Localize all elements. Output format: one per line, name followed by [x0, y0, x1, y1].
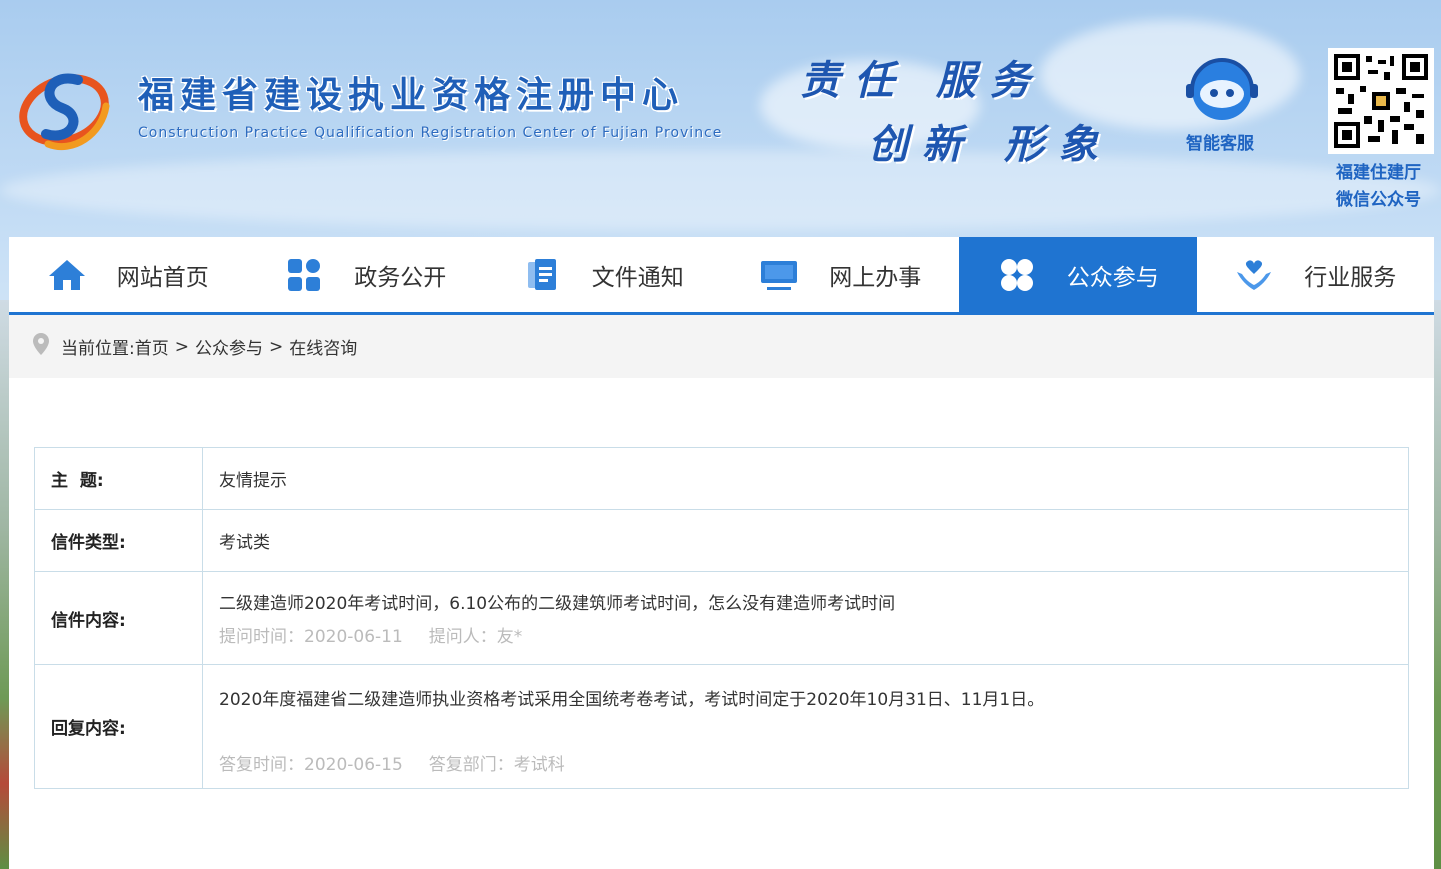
nav-item-public-participation[interactable]: 公众参与 — [959, 237, 1197, 312]
main-navigation: 网站首页 政务公开 文件通知 网上办事 公众参与 行业服务 — [9, 237, 1434, 315]
table-row-subject: 主 题: 友情提示 — [34, 447, 1409, 510]
reply-department: 答复部门：考试科 — [428, 755, 565, 775]
nav-item-label: 政务公开 — [354, 264, 447, 291]
subject-value: 友情提示 — [202, 447, 1409, 510]
slogan-line-1: 责任 服务 — [800, 57, 1044, 104]
center-logo-icon[interactable] — [18, 62, 114, 152]
document-icon — [522, 258, 562, 292]
consultation-detail-table: 主 题: 友情提示 信件类型: 考试类 信件内容: 二级建造师2020年考试时间… — [34, 447, 1409, 789]
breadcrumb-online-consult-link[interactable]: 在线咨询 — [289, 334, 357, 359]
robot-service-icon[interactable] — [1184, 56, 1260, 126]
letter-type-value: 考试类 — [202, 509, 1409, 572]
question-asker: 提问人：友* — [428, 627, 523, 647]
cloud-decoration — [0, 150, 1441, 230]
nav-item-label: 网站首页 — [116, 264, 209, 291]
letter-type-label: 信件类型: — [34, 509, 203, 572]
monitor-icon — [759, 258, 799, 292]
question-meta: 提问时间：2020-06-11 提问人：友* — [219, 622, 1408, 647]
slogan-line-2: 创新 形象 — [868, 121, 1112, 168]
site-title: 福建省建设执业资格注册中心 — [138, 74, 685, 116]
location-pin-icon — [33, 333, 49, 360]
content-panel: 当前位置: 首页 > 公众参与 > 在线咨询 主 题: 友情提示 信件类型: 考… — [9, 315, 1434, 869]
qr-label-line-1: 福建住建厅 — [1336, 163, 1421, 183]
nav-item-label: 公众参与 — [1066, 264, 1159, 291]
table-row-reply: 回复内容: 2020年度福建省二级建造师执业资格考试采用全国统考卷考试，考试时间… — [34, 664, 1409, 789]
site-subtitle: Construction Practice Qualification Regi… — [138, 125, 723, 141]
breadcrumb-public-participation-link[interactable]: 公众参与 — [195, 334, 263, 359]
reply-content-text: 2020年度福建省二级建造师执业资格考试采用全国统考卷考试，考试时间定于2020… — [219, 690, 1045, 710]
site-header: 福建省建设执业资格注册中心 Construction Practice Qual… — [0, 0, 1441, 237]
wechat-qr-code — [1328, 48, 1434, 154]
subject-label: 主 题: — [34, 447, 203, 510]
qr-code-icon — [1334, 54, 1428, 148]
breadcrumb-separator: > — [174, 336, 189, 357]
nav-item-home[interactable]: 网站首页 — [9, 237, 247, 312]
qr-code-label: 福建住建厅 微信公众号 — [1336, 160, 1430, 214]
breadcrumb-separator: > — [268, 336, 284, 357]
reply-content-label: 回复内容: — [34, 664, 203, 789]
reply-time: 答复时间：2020-06-15 — [219, 755, 403, 775]
home-icon — [47, 258, 87, 292]
letter-content-text: 二级建造师2020年考试时间，6.10公布的二级建筑师考试时间，怎么没有建造师考… — [219, 594, 896, 614]
nav-item-online-service[interactable]: 网上办事 — [722, 237, 960, 312]
breadcrumb-home-link[interactable]: 首页 — [135, 334, 169, 359]
nav-item-label: 网上办事 — [829, 264, 922, 291]
letter-content-cell: 二级建造师2020年考试时间，6.10公布的二级建筑师考试时间，怎么没有建造师考… — [202, 571, 1409, 665]
nav-item-government-affairs[interactable]: 政务公开 — [247, 237, 485, 312]
hands-heart-icon — [1234, 258, 1274, 292]
question-time: 提问时间：2020-06-11 — [219, 627, 403, 647]
qr-label-line-2: 微信公众号 — [1336, 190, 1421, 210]
nav-item-industry-service[interactable]: 行业服务 — [1197, 237, 1435, 312]
clover-icon — [997, 258, 1037, 292]
nav-item-label: 行业服务 — [1304, 264, 1397, 291]
nav-item-label: 文件通知 — [591, 264, 684, 291]
table-row-content: 信件内容: 二级建造师2020年考试时间，6.10公布的二级建筑师考试时间，怎么… — [34, 571, 1409, 665]
reply-meta: 答复时间：2020-06-15 答复部门：考试科 — [219, 750, 1408, 775]
grid-icon — [284, 258, 324, 292]
reply-content-cell: 2020年度福建省二级建造师执业资格考试采用全国统考卷考试，考试时间定于2020… — [202, 664, 1409, 789]
breadcrumb-prefix: 当前位置: — [61, 339, 135, 359]
letter-content-label: 信件内容: — [34, 571, 203, 665]
nav-item-file-notice[interactable]: 文件通知 — [484, 237, 722, 312]
smart-service-link[interactable]: 智能客服 — [1186, 129, 1254, 154]
breadcrumb: 当前位置: 首页 > 公众参与 > 在线咨询 — [9, 315, 1434, 378]
background-scenery-right — [1433, 300, 1441, 869]
table-row-type: 信件类型: 考试类 — [34, 509, 1409, 572]
